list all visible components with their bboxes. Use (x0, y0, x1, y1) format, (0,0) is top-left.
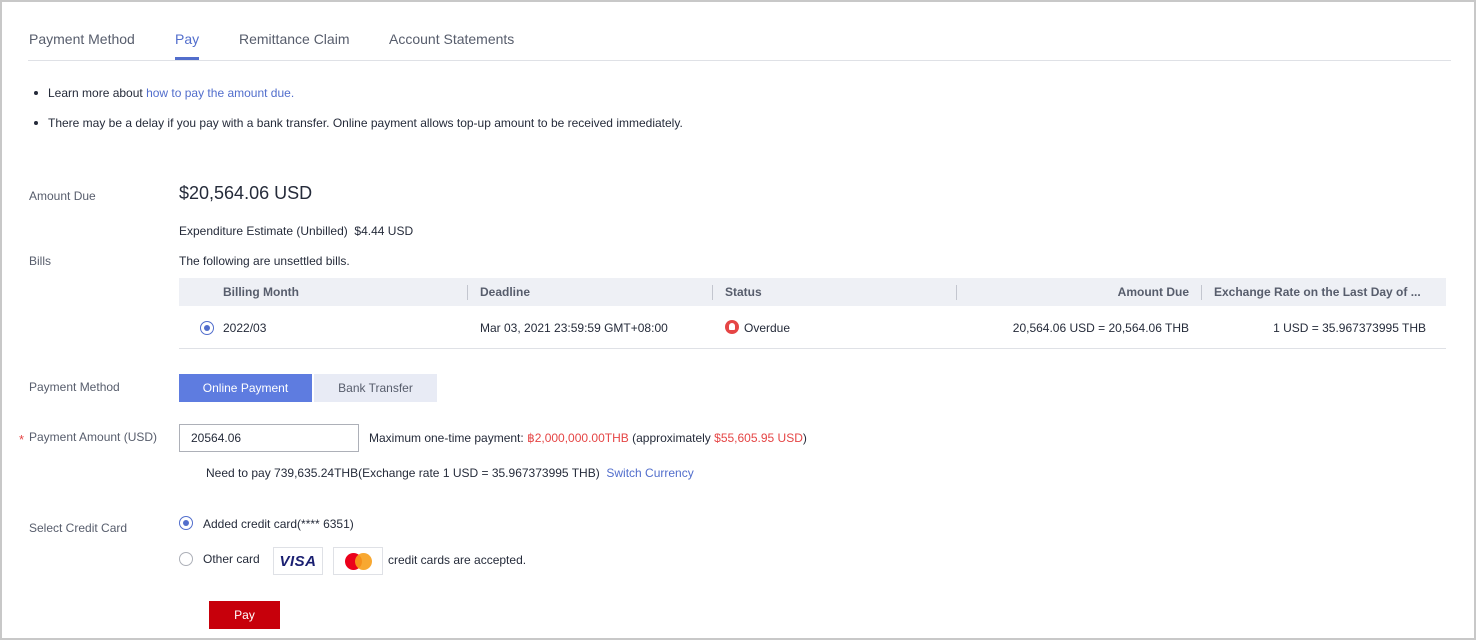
tab-account-statements[interactable]: Account Statements (389, 31, 514, 47)
bills-label: Bills (29, 254, 52, 268)
mastercard-logo (333, 547, 383, 575)
active-tab-indicator (175, 57, 199, 60)
pay-button[interactable]: Pay (209, 601, 280, 629)
column-header-status: Status (725, 285, 762, 299)
bill-status: Overdue (744, 321, 791, 335)
tab-pay[interactable]: Pay (175, 31, 199, 47)
overdue-bell-icon (725, 320, 739, 334)
bill-amount-due: 20,564.06 USD = 20,564.06 THB (1012, 321, 1189, 335)
bills-table: Billing Month Deadline Status Amount Due… (179, 278, 1446, 349)
tip-delay: There may be a delay if you pay with a b… (32, 116, 683, 130)
table-header: Billing Month Deadline Status Amount Due… (179, 278, 1446, 306)
amount-due-label: Amount Due (29, 189, 96, 203)
page-frame: Payment Method Pay Remittance Claim Acco… (0, 0, 1476, 640)
column-header-deadline: Deadline (480, 285, 531, 299)
column-divider (956, 285, 957, 300)
added-card-label[interactable]: Added credit card(**** 6351) (203, 517, 354, 531)
cards-accepted-text: credit cards are accepted. (388, 553, 527, 567)
tab-remittance-claim[interactable]: Remittance Claim (239, 31, 349, 47)
table-row[interactable]: 2022/03 Mar 03, 2021 23:59:59 GMT+08:00 … (179, 306, 1446, 349)
bill-month: 2022/03 (223, 321, 267, 335)
tab-payment-method[interactable]: Payment Method (29, 31, 135, 47)
column-divider (712, 285, 713, 300)
required-asterisk: * (19, 432, 25, 447)
online-payment-button[interactable]: Online Payment (179, 374, 312, 402)
mastercard-yellow-circle (355, 553, 372, 570)
column-header-exchange-rate: Exchange Rate on the Last Day of ... (1214, 285, 1421, 299)
expenditure-estimate: Expenditure Estimate (Unbilled) $4.44 US… (179, 224, 414, 238)
payment-amount-label: Payment Amount (USD) (29, 430, 158, 444)
column-divider (1201, 285, 1202, 300)
visa-logo: VISA (273, 547, 323, 575)
max-payment-info: Maximum one-time payment: ฿2,000,000.00T… (369, 431, 807, 445)
how-to-pay-link[interactable]: how to pay the amount due. (146, 86, 294, 100)
bill-exchange-rate: 1 USD = 35.967373995 THB (1273, 321, 1426, 335)
bullet-icon (34, 90, 38, 95)
payment-method-label: Payment Method (29, 380, 120, 394)
added-card-radio[interactable] (179, 516, 193, 530)
select-credit-card-label: Select Credit Card (29, 521, 128, 535)
bank-transfer-button[interactable]: Bank Transfer (314, 374, 437, 402)
bullet-icon (34, 120, 38, 125)
tip-learn-more: Learn more about how to pay the amount d… (32, 86, 294, 100)
column-divider (467, 285, 468, 300)
need-to-pay-info: Need to pay 739,635.24THB(Exchange rate … (206, 466, 694, 480)
amount-due-value: $20,564.06 USD (179, 183, 313, 203)
bill-deadline: Mar 03, 2021 23:59:59 GMT+08:00 (480, 321, 668, 335)
bills-note: The following are unsettled bills. (179, 254, 350, 268)
column-header-amount-due: Amount Due (1117, 285, 1189, 299)
other-card-radio[interactable] (179, 552, 193, 566)
column-header-billing-month: Billing Month (223, 285, 299, 299)
bill-select-radio[interactable] (200, 321, 214, 335)
payment-amount-input[interactable] (179, 424, 359, 452)
switch-currency-link[interactable]: Switch Currency (606, 466, 693, 480)
tab-bar: Payment Method Pay Remittance Claim Acco… (28, 2, 1451, 61)
other-card-label[interactable]: Other card (203, 552, 260, 566)
